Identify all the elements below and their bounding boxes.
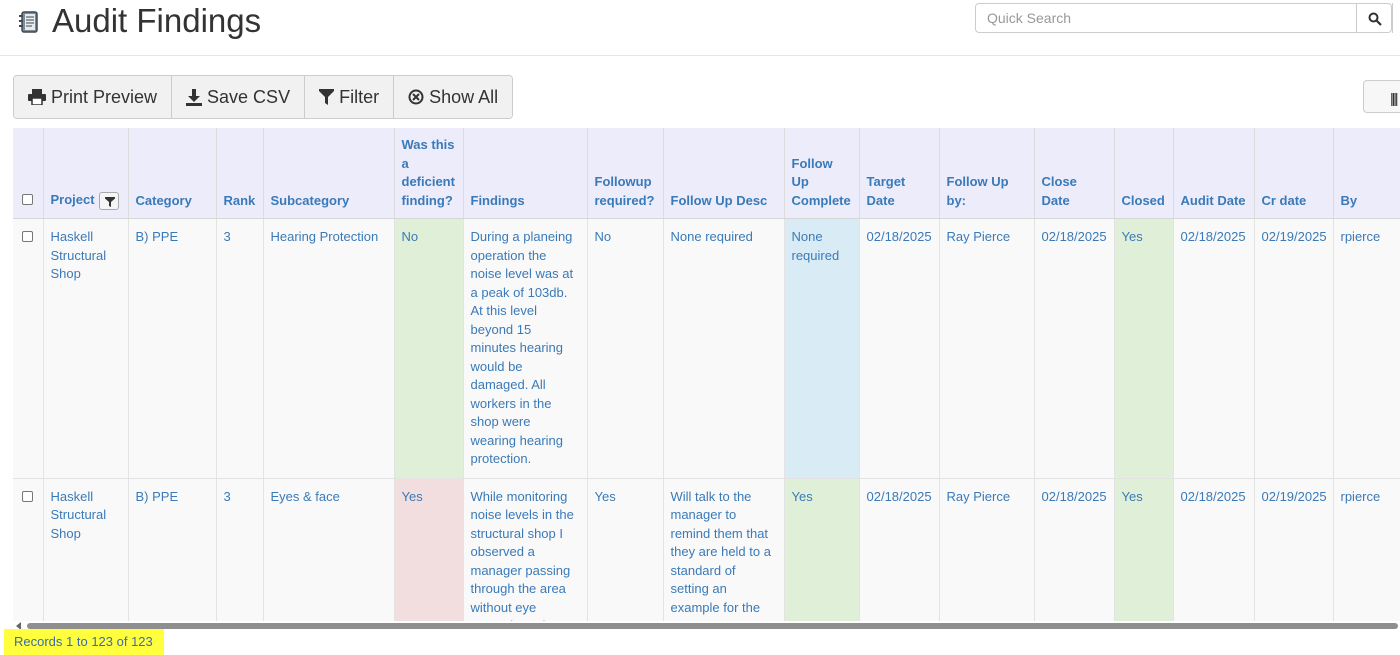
row-checkbox[interactable] [22, 490, 34, 502]
col-followup-by[interactable]: Follow Up by: [939, 128, 1035, 219]
cell-rank[interactable]: 3 [216, 218, 264, 479]
col-deficient[interactable]: Was this a deficient finding? [394, 128, 464, 219]
horizontal-scrollbar[interactable] [13, 621, 1400, 631]
quick-search-input[interactable] [975, 3, 1357, 33]
column-chooser-button[interactable]: |||| [1363, 80, 1400, 113]
cell-cr-date[interactable]: 02/19/2025 [1254, 218, 1334, 479]
cell-project[interactable]: Haskell Structural Shop [43, 218, 129, 479]
cell-by[interactable]: rpierce [1333, 218, 1400, 479]
cell-findings[interactable]: During a planeing operation the noise le… [463, 218, 588, 479]
cell-findings[interactable]: While monitoring noise levels in the str… [463, 478, 588, 621]
cell-category[interactable]: B) PPE [128, 218, 217, 479]
print-preview-button[interactable]: Print Preview [14, 76, 173, 118]
filter-icon [104, 197, 115, 207]
save-csv-label: Save CSV [207, 86, 291, 107]
search-addon-edge [1392, 3, 1400, 33]
cell-followup-by[interactable]: Ray Pierce [939, 478, 1035, 621]
cell-audit-date[interactable]: 02/18/2025 [1173, 478, 1255, 621]
col-rank[interactable]: Rank [216, 128, 264, 219]
printer-icon [28, 89, 46, 105]
cell-closed[interactable]: Yes [1114, 478, 1174, 621]
col-project[interactable]: Project [43, 128, 129, 219]
col-target-date[interactable]: Target Date [859, 128, 940, 219]
col-subcategory[interactable]: Subcategory [263, 128, 395, 219]
cell-deficient[interactable]: No [394, 218, 464, 479]
row-checkbox[interactable] [22, 231, 34, 242]
cell-subcategory[interactable]: Hearing Protection [263, 218, 395, 479]
select-all-cell [13, 128, 44, 219]
project-filter-button[interactable] [98, 192, 119, 210]
scrollbar-thumb[interactable] [27, 623, 1398, 629]
cell-target-date[interactable]: 02/18/2025 [859, 218, 940, 479]
col-audit-date[interactable]: Audit Date [1173, 128, 1255, 219]
audit-book-icon [16, 9, 42, 35]
table-row[interactable]: Haskell Structural Shop B) PPE 3 Eyes & … [13, 478, 1400, 621]
col-findings[interactable]: Findings [463, 128, 588, 219]
download-icon [186, 88, 203, 106]
select-all-checkbox[interactable] [22, 193, 34, 205]
print-preview-label: Print Preview [51, 86, 158, 107]
close-circle-icon [408, 89, 424, 105]
col-cr-date[interactable]: Cr date [1254, 128, 1334, 219]
cell-cr-date[interactable]: 02/19/2025 [1254, 478, 1334, 621]
cell-deficient[interactable]: Yes [394, 478, 464, 621]
cell-followup-required[interactable]: Yes [587, 478, 664, 621]
cell-followup-by[interactable]: Ray Pierce [939, 218, 1035, 479]
col-by[interactable]: By [1333, 128, 1400, 219]
filter-button[interactable]: Filter [305, 76, 395, 118]
filter-icon [319, 89, 335, 105]
col-followup-desc[interactable]: Follow Up Desc [663, 128, 785, 219]
search-icon [1368, 12, 1382, 26]
col-category[interactable]: Category [128, 128, 217, 219]
show-all-button[interactable]: Show All [394, 76, 513, 118]
findings-grid: Project Category Rank Subcategory Was th… [13, 128, 1400, 621]
cell-category[interactable]: B) PPE [128, 478, 217, 621]
cell-followup-required[interactable]: No [587, 218, 664, 479]
cell-closed[interactable]: Yes [1114, 218, 1174, 479]
page-header: Audit Findings [0, 0, 1400, 56]
cell-by[interactable]: rpierce [1333, 478, 1400, 621]
cell-followup-complete[interactable]: Yes [784, 478, 860, 621]
col-project-label: Project [50, 192, 95, 208]
col-followup-required[interactable]: Followup required? [587, 128, 664, 219]
findings-table: Project Category Rank Subcategory Was th… [13, 128, 1400, 621]
col-close-date[interactable]: Close Date [1034, 128, 1115, 219]
search-button[interactable] [1356, 3, 1392, 33]
columns-icon: |||| [1390, 90, 1398, 106]
save-csv-button[interactable]: Save CSV [172, 76, 306, 118]
cell-project[interactable]: Haskell Structural Shop [43, 478, 129, 621]
toolbar: Print Preview Save CSV Filter Show All [13, 75, 514, 119]
cell-close-date[interactable]: 02/18/2025 [1034, 478, 1115, 621]
show-all-label: Show All [429, 86, 499, 107]
header-row: Project Category Rank Subcategory Was th… [13, 128, 1400, 219]
cell-followup-desc[interactable]: None required [663, 218, 785, 479]
cell-followup-complete[interactable]: None required [784, 218, 860, 479]
cell-close-date[interactable]: 02/18/2025 [1034, 218, 1115, 479]
cell-target-date[interactable]: 02/18/2025 [859, 478, 940, 621]
filter-label: Filter [339, 86, 380, 107]
row-select-cell [13, 478, 44, 621]
page-title: Audit Findings [52, 2, 262, 39]
col-followup-complete[interactable]: Follow Up Complete [784, 128, 860, 219]
cell-subcategory[interactable]: Eyes & face [263, 478, 395, 621]
cell-audit-date[interactable]: 02/18/2025 [1173, 218, 1255, 479]
row-select-cell [13, 218, 44, 479]
cell-followup-desc[interactable]: Will talk to the manager to remind them … [663, 478, 785, 621]
records-count: Records 1 to 123 of 123 [4, 629, 164, 655]
table-row[interactable]: Haskell Structural Shop B) PPE 3 Hearing… [13, 218, 1400, 479]
col-closed[interactable]: Closed [1114, 128, 1174, 219]
cell-rank[interactable]: 3 [216, 478, 264, 621]
